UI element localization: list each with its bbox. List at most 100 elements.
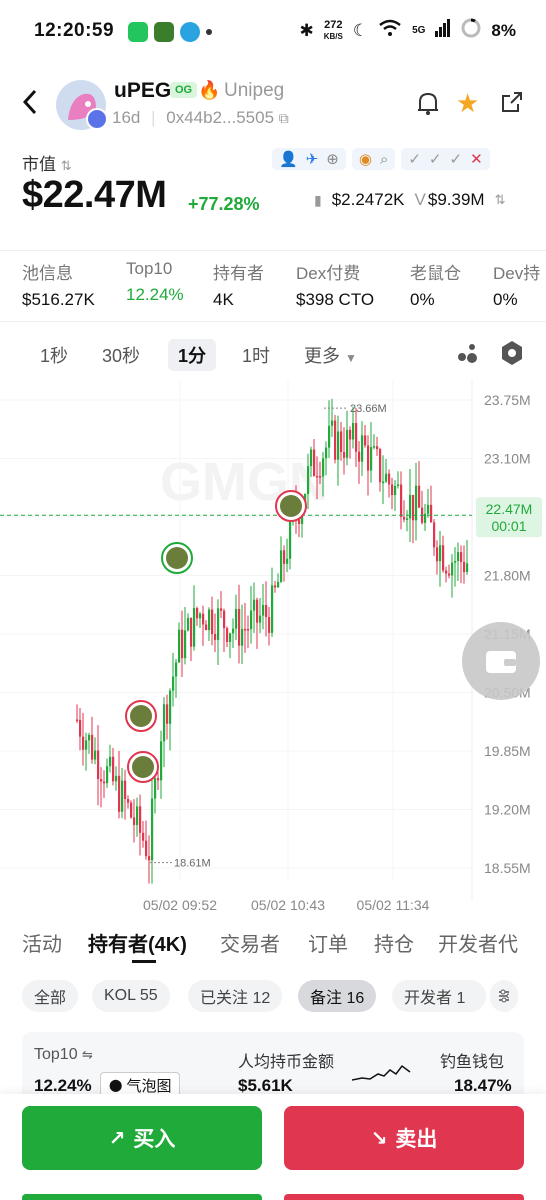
floating-wallet-button[interactable] bbox=[462, 622, 540, 700]
buy-button[interactable]: ↗ 买入 bbox=[22, 1106, 262, 1170]
contract-address[interactable]: 0x44b2...5505 bbox=[166, 108, 274, 127]
filter-followed[interactable]: 已关注 12 bbox=[188, 980, 283, 1012]
candle-body bbox=[367, 445, 370, 471]
candle-body bbox=[94, 750, 97, 760]
timeframe-30s[interactable]: 30秒 bbox=[102, 342, 140, 368]
wechat-icon bbox=[128, 22, 148, 42]
candle-body bbox=[370, 447, 373, 471]
candle-body bbox=[178, 629, 181, 663]
game-app-icon bbox=[154, 22, 174, 42]
x-tick-label: 05/02 11:34 bbox=[357, 897, 430, 913]
status-bar: 12:20:59 ✱ 272 KB/S ☾ 5G 8% bbox=[0, 0, 546, 62]
candle-body bbox=[139, 806, 142, 833]
candle-body bbox=[355, 423, 358, 452]
candle-body bbox=[256, 599, 259, 623]
sell-button[interactable]: ↘ 卖出 bbox=[284, 1106, 524, 1170]
low-label: 18.61M bbox=[174, 858, 211, 870]
indicators-icon[interactable] bbox=[456, 342, 480, 369]
candle-body bbox=[238, 608, 241, 646]
tab-holders[interactable]: 持有者(4K) bbox=[88, 928, 187, 957]
bell-icon[interactable] bbox=[416, 90, 440, 121]
check-icon: ✓ bbox=[428, 151, 442, 168]
candle-body bbox=[118, 775, 121, 812]
candle-body bbox=[343, 452, 346, 458]
tab-developer[interactable]: 开发者代 bbox=[438, 928, 546, 957]
stat-dev[interactable]: Dev持 0% bbox=[493, 259, 546, 310]
candle-body bbox=[226, 628, 229, 642]
share-icon[interactable] bbox=[500, 90, 524, 119]
social-tools: 👤 ✈ ⊕ ◉ ⌕ ✓ ✓ ✓ ✕ bbox=[272, 148, 490, 170]
stat-dex-paid[interactable]: Dex付费 $398 CTO bbox=[296, 259, 374, 310]
user-icon[interactable]: 👤 bbox=[279, 150, 298, 168]
telegram-link-icon[interactable]: ✈ bbox=[306, 150, 319, 168]
battery-level: 8% bbox=[491, 20, 516, 40]
cross-icon: ✕ bbox=[470, 151, 483, 168]
candle-body bbox=[205, 624, 208, 631]
token-age: 16d bbox=[112, 108, 141, 127]
candle-body bbox=[202, 613, 205, 625]
candle-body bbox=[169, 690, 172, 724]
candle-body bbox=[388, 473, 391, 485]
candle-body bbox=[433, 522, 436, 548]
candle-body bbox=[232, 628, 235, 634]
og-badge: OG bbox=[170, 82, 198, 98]
favorite-star-icon[interactable]: ★ bbox=[456, 88, 479, 119]
back-button[interactable] bbox=[20, 88, 40, 123]
candle-body bbox=[319, 476, 322, 478]
candle-body bbox=[352, 423, 355, 440]
tab-activity[interactable]: 活动 bbox=[22, 928, 62, 957]
trade-action-bar: ↗ 买入 ↘ 卖出 bbox=[0, 1094, 546, 1200]
candle-body bbox=[166, 704, 169, 724]
fire-icon: 🔥 bbox=[198, 80, 221, 100]
candle-body bbox=[451, 562, 454, 576]
copy-icon[interactable]: ⧉ bbox=[279, 110, 289, 126]
candle-body bbox=[247, 628, 250, 631]
market-cap-value: $22.47M bbox=[22, 174, 167, 216]
top10-label: Top10 ⇋ bbox=[34, 1046, 93, 1063]
filter-notes[interactable]: 备注 16 bbox=[298, 980, 377, 1012]
candle-body bbox=[106, 766, 109, 784]
candle-body bbox=[289, 516, 292, 559]
arrow-down-right-icon: ↘ bbox=[370, 1127, 388, 1150]
audit-icon[interactable]: ◉ bbox=[359, 150, 372, 168]
filter-developer[interactable]: 开发者 1 bbox=[392, 980, 486, 1012]
stat-top10[interactable]: Top10 12.24% bbox=[126, 259, 184, 305]
chart-settings-icon[interactable] bbox=[500, 340, 524, 371]
signal-icon bbox=[435, 19, 451, 42]
candle-body bbox=[145, 840, 148, 857]
filter-kol[interactable]: KOL 55 bbox=[92, 980, 170, 1012]
candle-body bbox=[424, 513, 427, 523]
arrow-up-right-icon: ↗ bbox=[108, 1127, 126, 1150]
candle-body bbox=[235, 608, 238, 629]
candle-body bbox=[364, 435, 367, 446]
stat-holders[interactable]: 持有者 4K bbox=[213, 259, 264, 310]
avg-holding-label: 人均持币金额 bbox=[238, 1054, 335, 1071]
timeframe-1m[interactable]: 1分 bbox=[168, 339, 217, 371]
candle-body bbox=[229, 633, 232, 642]
filter-settings-icon[interactable] bbox=[490, 980, 518, 1012]
website-globe-icon[interactable]: ⊕ bbox=[326, 150, 339, 168]
search-icon[interactable]: ⌕ bbox=[380, 151, 388, 168]
candle-body bbox=[148, 856, 151, 861]
candle-body bbox=[124, 780, 127, 800]
timeframe-more[interactable]: 更多 ▼ bbox=[304, 342, 357, 368]
volume-prefix: V bbox=[414, 190, 426, 209]
stat-pool[interactable]: 池信息 $516.27K bbox=[22, 259, 95, 310]
candle-body bbox=[250, 610, 253, 630]
candle-body bbox=[403, 516, 406, 520]
y-tick-label: 19.85M bbox=[484, 743, 531, 759]
tab-traders[interactable]: 交易者 bbox=[220, 928, 280, 957]
candle-body bbox=[397, 484, 400, 487]
stat-insiders[interactable]: 老鼠仓 0% bbox=[410, 259, 461, 310]
tab-orders[interactable]: 订单 bbox=[308, 928, 348, 957]
sort-toggle-icon[interactable]: ⇅ bbox=[495, 192, 506, 208]
timeframe-1h[interactable]: 1时 bbox=[242, 342, 270, 368]
tab-positions[interactable]: 持仓 bbox=[374, 928, 414, 957]
toggle-icon: ⇋ bbox=[82, 1047, 93, 1062]
high-label: 23.66M bbox=[350, 403, 387, 415]
candle-body bbox=[385, 473, 388, 482]
filter-all[interactable]: 全部 bbox=[22, 980, 79, 1012]
timeframe-1s[interactable]: 1秒 bbox=[40, 342, 68, 368]
candle-body bbox=[427, 504, 430, 514]
candle-body bbox=[127, 799, 130, 803]
